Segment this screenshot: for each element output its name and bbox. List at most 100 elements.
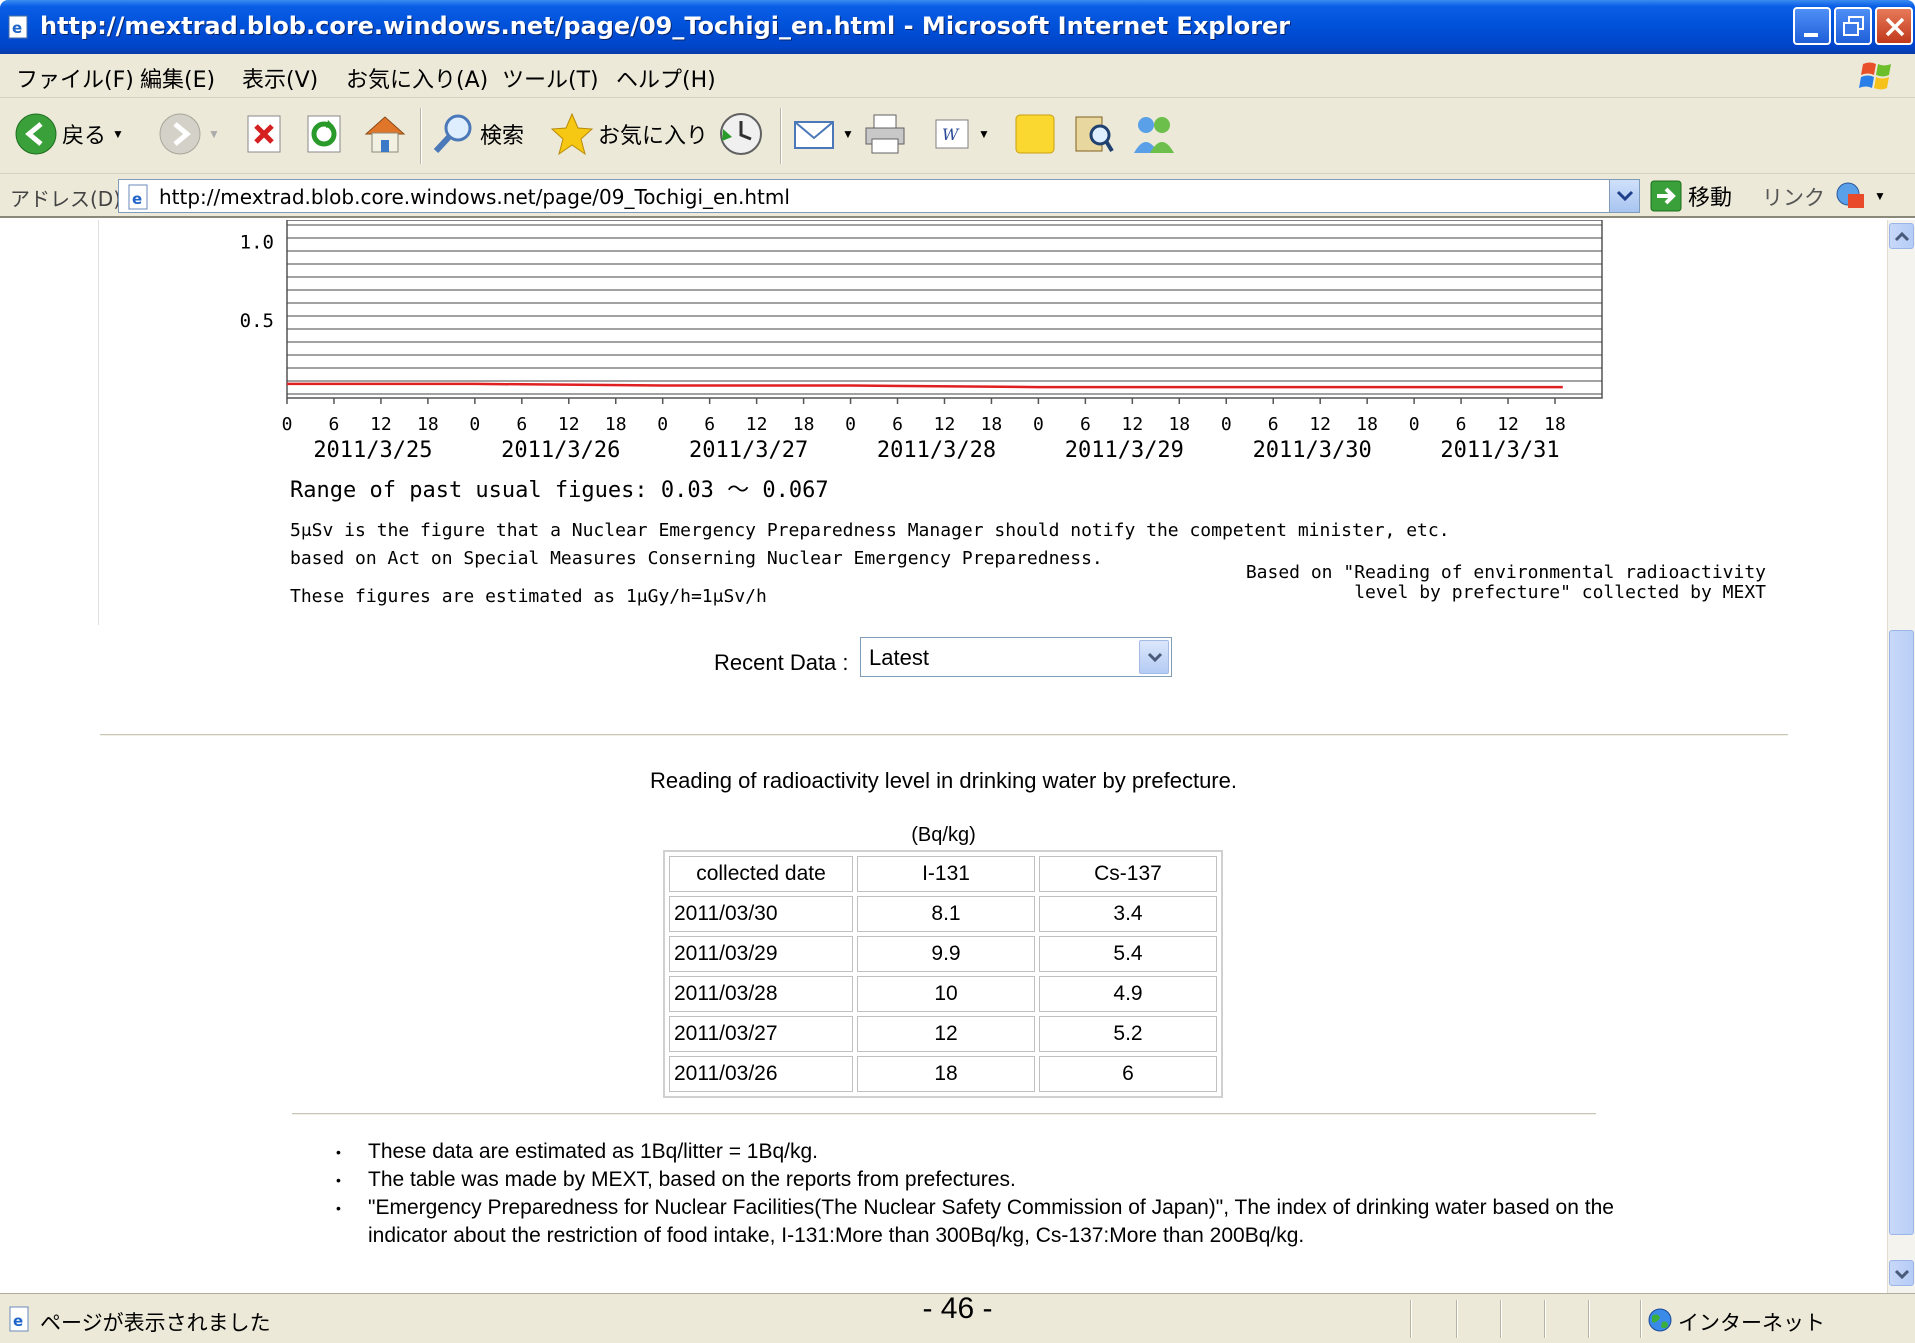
search-button[interactable]: 検索: [430, 108, 524, 160]
x-date-label: 2011/3/30: [1253, 438, 1372, 463]
cell-cs137: 4.9: [1039, 976, 1217, 1012]
search-label: 検索: [480, 124, 525, 149]
menu-tools[interactable]: ツール(T): [502, 62, 599, 94]
scroll-up-button[interactable]: [1889, 223, 1914, 249]
recent-data-select[interactable]: Latest: [860, 637, 1172, 677]
mail-button[interactable]: ▼: [792, 108, 854, 160]
menu-view[interactable]: 表示(V): [242, 62, 318, 94]
estimate-note: These figures are estimated as 1μGy/h=1μ…: [290, 586, 767, 607]
table-row: 2011/03/27 12 5.2: [669, 1016, 1217, 1052]
x-tick-label: 18: [417, 414, 439, 435]
extension-dropdown-icon[interactable]: ▼: [1874, 189, 1886, 203]
cell-cs137: 5.4: [1039, 936, 1217, 972]
cell-i131: 10: [857, 976, 1035, 1012]
list-item: The table was made by MEXT, based on the…: [336, 1166, 1636, 1194]
forward-dropdown-icon[interactable]: ▼: [208, 127, 220, 141]
vertical-scrollbar[interactable]: [1887, 220, 1915, 1293]
cell-i131: 9.9: [857, 936, 1035, 972]
x-tick-label: 0: [1221, 414, 1232, 435]
recent-data-label: Recent Data :: [714, 650, 849, 675]
menu-edit[interactable]: 編集(E): [140, 62, 215, 94]
minimize-icon: [1804, 33, 1818, 37]
x-tick-label: 0: [469, 414, 480, 435]
x-tick-label: 0: [657, 414, 668, 435]
toolbar-separator: [780, 108, 782, 164]
x-tick-label: 6: [516, 414, 527, 435]
x-date-label: 2011/3/27: [689, 438, 808, 463]
x-tick-label: 12: [746, 414, 768, 435]
history-icon: [720, 113, 762, 155]
printer-icon: [865, 114, 905, 154]
x-tick-label: 6: [1268, 414, 1279, 435]
y-tick-label: 1.0: [240, 232, 274, 254]
history-button[interactable]: [718, 108, 764, 160]
favorites-button[interactable]: お気に入り: [550, 108, 708, 160]
recent-data-value: Latest: [869, 645, 929, 670]
home-icon: [364, 116, 406, 153]
recent-data-dropdown-button[interactable]: [1139, 640, 1169, 674]
messenger-button[interactable]: [1130, 108, 1178, 160]
edit-button[interactable]: W ▼: [932, 108, 990, 160]
column-header-i131: I-131: [857, 856, 1035, 892]
refresh-button[interactable]: [304, 108, 344, 160]
address-input[interactable]: e http://mextrad.blob.core.windows.net/p…: [118, 179, 1640, 213]
usual-range-note: Range of past usual figues: 0.03 ～ 0.067: [290, 478, 829, 503]
page-number: - 46 -: [922, 1292, 993, 1325]
print-button[interactable]: [862, 108, 908, 160]
restore-button[interactable]: [1834, 7, 1872, 45]
star-icon: [550, 112, 594, 156]
cell-i131: 8.1: [857, 896, 1035, 932]
chevron-down-icon: [1147, 652, 1163, 663]
x-tick-label: 18: [981, 414, 1003, 435]
cell-date: 2011/03/26: [669, 1056, 853, 1092]
cell-cs137: 3.4: [1039, 896, 1217, 932]
back-arrow-icon: [15, 113, 57, 155]
x-tick-label: 12: [934, 414, 956, 435]
menu-favorites[interactable]: お気に入り(A): [346, 62, 488, 94]
minimize-button[interactable]: [1793, 7, 1831, 45]
dose-rate-chart: 1.0 0.5 0 6 12 18 0 6 12 18 0 6 12 18 0 6 12 18 0 6 12 18 0 6 1…: [240, 220, 1603, 463]
x-tick-label: 12: [1309, 414, 1331, 435]
table-row: 2011/03/29 9.9 5.4: [669, 936, 1217, 972]
x-tick-label: 6: [704, 414, 715, 435]
links-label[interactable]: リンク: [1762, 182, 1825, 212]
x-tick-label: 0: [845, 414, 856, 435]
x-tick-label: 0: [1409, 414, 1420, 435]
research-icon: [1075, 116, 1114, 153]
back-button[interactable]: 戻る ▼: [14, 108, 124, 160]
windows-logo-icon: [1859, 62, 1891, 90]
discuss-button[interactable]: [1012, 108, 1058, 160]
menu-help[interactable]: ヘルプ(H): [616, 62, 716, 94]
drinking-water-table: collected date I-131 Cs-137 2011/03/30 8…: [663, 850, 1223, 1098]
x-tick-label: 6: [329, 414, 340, 435]
title-bar: e http://mextrad.blob.core.windows.net/p…: [0, 0, 1915, 54]
favorites-label: お気に入り: [598, 124, 709, 149]
mail-dropdown-icon[interactable]: ▼: [842, 127, 854, 141]
edit-dropdown-icon[interactable]: ▼: [978, 127, 990, 141]
svg-text:e: e: [132, 190, 142, 208]
stop-button[interactable]: [244, 108, 284, 160]
address-bar: アドレス(D) e http://mextrad.blob.core.windo…: [0, 174, 1915, 218]
table-row: 2011/03/28 10 4.9: [669, 976, 1217, 1012]
close-icon: [1885, 17, 1905, 37]
research-button[interactable]: [1070, 108, 1116, 160]
ie-page-icon: e: [8, 15, 28, 39]
home-button[interactable]: [362, 108, 408, 160]
x-tick-label: 12: [1121, 414, 1143, 435]
back-dropdown-icon[interactable]: ▼: [112, 127, 124, 141]
close-button[interactable]: [1875, 7, 1913, 45]
forward-button[interactable]: ▼: [158, 108, 220, 160]
menu-file[interactable]: ファイル(F): [16, 62, 134, 94]
address-dropdown-button[interactable]: [1609, 180, 1639, 212]
chart-grid: [286, 220, 1603, 404]
table-row: 2011/03/30 8.1 3.4: [669, 896, 1217, 932]
scroll-thumb[interactable]: [1889, 630, 1914, 1235]
x-date-label: 2011/3/25: [313, 438, 432, 463]
x-tick-label: 18: [605, 414, 627, 435]
table-row: 2011/03/26 18 6: [669, 1056, 1217, 1092]
toolbar-extension-button[interactable]: ▼: [1834, 180, 1886, 212]
forward-arrow-icon: [159, 113, 201, 155]
x-tick-label: 18: [793, 414, 815, 435]
scroll-down-button[interactable]: [1889, 1260, 1914, 1286]
go-button[interactable]: 移動: [1650, 180, 1732, 212]
